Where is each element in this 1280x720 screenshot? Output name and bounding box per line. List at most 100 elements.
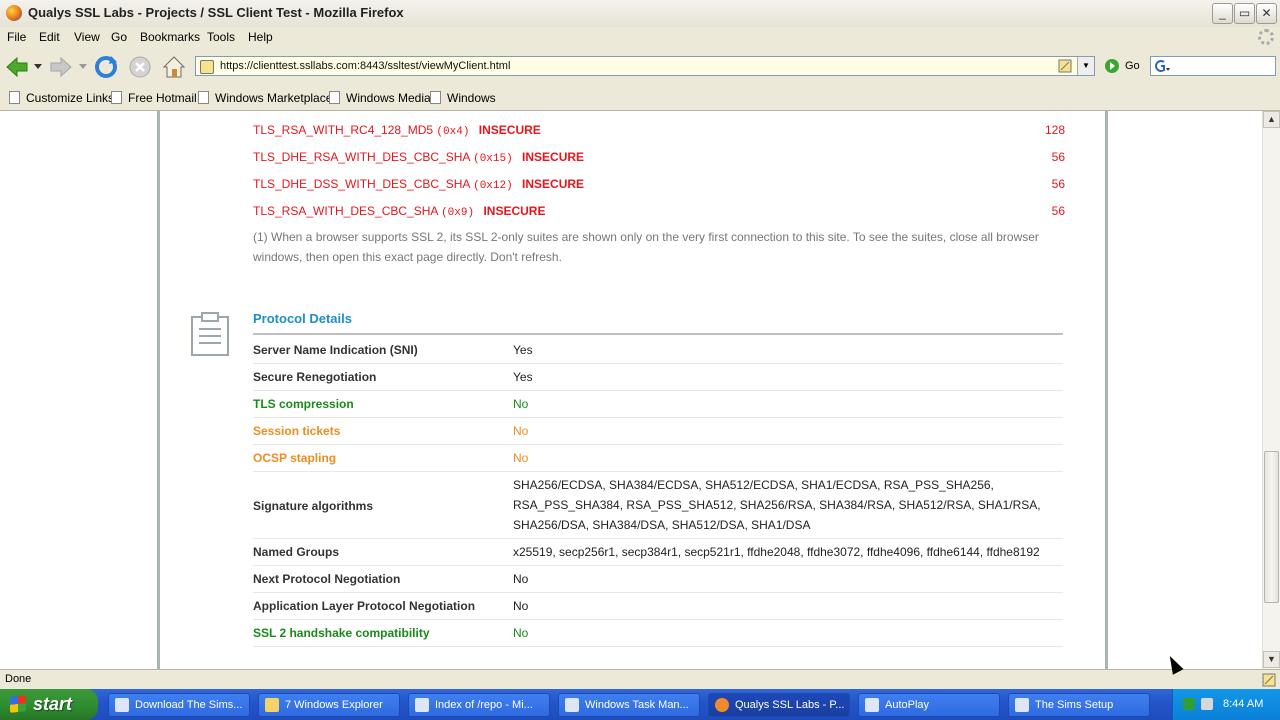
cipher-status: INSECURE bbox=[483, 204, 546, 218]
menu-help[interactable]: Help bbox=[248, 30, 273, 44]
title-bar: Qualys SSL Labs - Projects / SSL Client … bbox=[0, 0, 1280, 28]
go-arrow-icon[interactable] bbox=[1104, 58, 1120, 74]
row-value: x25519, secp256r1, secp384r1, secp521r1,… bbox=[513, 545, 1040, 559]
cipher-name: TLS_DHE_DSS_WITH_DES_CBC_SHA bbox=[253, 177, 470, 191]
taskbar-button[interactable]: Index of /repo - Mi... bbox=[408, 693, 550, 717]
bookmarks-toolbar: Customize Links Free Hotmail Windows Mar… bbox=[0, 86, 1280, 111]
row-value: Yes bbox=[513, 370, 533, 384]
protocol-details-heading: Protocol Details bbox=[253, 311, 352, 326]
menu-file[interactable]: File bbox=[7, 30, 26, 44]
cipher-status: INSECURE bbox=[522, 177, 585, 191]
status-bar: Done bbox=[0, 669, 1280, 690]
url-text[interactable]: https://clienttest.ssllabs.com:8443/sslt… bbox=[220, 60, 510, 72]
report-panel: TLS_RSA_WITH_RC4_128_MD5 (0x4) INSECURE … bbox=[157, 111, 1108, 669]
cipher-suite-row: TLS_DHE_DSS_WITH_DES_CBC_SHA (0x12) INSE… bbox=[253, 177, 584, 192]
tray-network-icon[interactable] bbox=[1201, 698, 1213, 710]
system-tray: 8:44 AM bbox=[1172, 689, 1280, 720]
rss-feed-icon[interactable] bbox=[1058, 59, 1072, 73]
search-input[interactable] bbox=[1150, 56, 1276, 76]
cipher-bits: 56 bbox=[1051, 150, 1065, 164]
search-engine-icon[interactable] bbox=[1154, 59, 1170, 73]
window-title: Qualys SSL Labs - Projects / SSL Client … bbox=[28, 5, 404, 20]
cipher-name: TLS_DHE_RSA_WITH_DES_CBC_SHA bbox=[253, 150, 470, 164]
row-label: Session tickets bbox=[253, 424, 341, 438]
menu-go[interactable]: Go bbox=[111, 30, 127, 44]
stop-button-icon[interactable] bbox=[127, 54, 153, 80]
row-label: Named Groups bbox=[253, 545, 340, 559]
status-text: Done bbox=[5, 673, 32, 685]
close-button[interactable]: ✕ bbox=[1256, 3, 1277, 24]
start-button[interactable]: start bbox=[0, 689, 98, 720]
row-value: No bbox=[513, 424, 529, 438]
home-button-icon[interactable] bbox=[161, 54, 187, 80]
cipher-bits: 56 bbox=[1051, 177, 1065, 191]
clipboard-icon bbox=[191, 312, 229, 356]
scroll-down-button[interactable]: ▼ bbox=[1263, 651, 1280, 668]
protocol-row-npn: Next Protocol Negotiation No bbox=[253, 566, 1063, 593]
cipher-hex: (0x4) bbox=[436, 126, 470, 138]
section-divider bbox=[253, 333, 1063, 335]
clock: 8:44 AM bbox=[1223, 698, 1264, 710]
cipher-bits: 56 bbox=[1051, 204, 1065, 218]
throbber-icon bbox=[1258, 29, 1274, 45]
forward-dropdown-icon[interactable] bbox=[79, 62, 87, 70]
page-icon bbox=[111, 91, 122, 104]
menu-bar: File Edit View Go Bookmarks Tools Help bbox=[0, 27, 1280, 48]
cipher-name: TLS_RSA_WITH_DES_CBC_SHA bbox=[253, 204, 438, 218]
menu-view[interactable]: View bbox=[74, 30, 100, 44]
bookmark-item[interactable]: Windows bbox=[430, 91, 496, 105]
ssl2-footnote: (1) When a browser supports SSL 2, its S… bbox=[253, 230, 1039, 264]
protocol-row-named-groups: Named Groups x25519, secp256r1, secp384r… bbox=[253, 539, 1063, 566]
row-label: Server Name Indication (SNI) bbox=[253, 343, 418, 357]
firefox-logo-icon bbox=[6, 5, 22, 21]
protocol-row-compression: TLS compression No bbox=[253, 391, 1063, 418]
cipher-name: TLS_RSA_WITH_RC4_128_MD5 bbox=[253, 123, 434, 137]
protocol-row-renegotiation: Secure Renegotiation Yes bbox=[253, 364, 1063, 391]
bookmark-item[interactable]: Free Hotmail bbox=[111, 91, 197, 105]
firefox-icon bbox=[715, 698, 729, 712]
menu-bookmarks[interactable]: Bookmarks bbox=[140, 30, 200, 44]
taskbar-button[interactable]: 7 Windows Explorer bbox=[258, 693, 400, 717]
maximize-button[interactable]: ▭ bbox=[1234, 3, 1255, 24]
cipher-suite-row: TLS_RSA_WITH_DES_CBC_SHA (0x9) INSECURE bbox=[253, 204, 545, 219]
menu-edit[interactable]: Edit bbox=[39, 30, 60, 44]
cipher-status: INSECURE bbox=[478, 123, 541, 137]
minimize-button[interactable]: _ bbox=[1212, 3, 1233, 24]
tray-app-icon[interactable] bbox=[1183, 698, 1195, 710]
cipher-suite-row: TLS_DHE_RSA_WITH_DES_CBC_SHA (0x15) INSE… bbox=[253, 150, 584, 165]
taskbar-button[interactable]: AutoPlay bbox=[858, 693, 1000, 717]
status-security-icon[interactable] bbox=[1262, 673, 1276, 687]
url-bar[interactable]: https://clienttest.ssllabs.com:8443/sslt… bbox=[195, 56, 1095, 76]
setup-icon bbox=[1015, 698, 1029, 712]
scroll-up-button[interactable]: ▲ bbox=[1263, 111, 1280, 128]
ie-icon bbox=[415, 698, 429, 712]
back-button-icon[interactable] bbox=[4, 54, 30, 80]
back-dropdown-icon[interactable] bbox=[34, 62, 42, 70]
taskbar-button[interactable]: Download The Sims... bbox=[108, 693, 250, 717]
bookmark-item[interactable]: Windows Marketplace bbox=[198, 91, 332, 105]
site-identity-icon[interactable] bbox=[200, 60, 214, 74]
taskmgr-icon bbox=[565, 698, 579, 712]
bookmark-item[interactable]: Customize Links bbox=[9, 91, 114, 105]
vertical-scrollbar[interactable]: ▲ ▼ bbox=[1262, 111, 1280, 669]
page-icon bbox=[329, 91, 340, 104]
taskbar-button[interactable]: Windows Task Man... bbox=[558, 693, 700, 717]
taskbar-button[interactable]: The Sims Setup bbox=[1008, 693, 1150, 717]
row-value: Yes bbox=[513, 343, 533, 357]
bookmark-item[interactable]: Windows Media bbox=[329, 91, 431, 105]
protocol-row-signature-algorithms: Signature algorithms SHA256/ECDSA, SHA38… bbox=[253, 472, 1063, 539]
scroll-thumb[interactable] bbox=[1264, 451, 1279, 603]
page-icon bbox=[9, 91, 20, 104]
go-button[interactable]: Go bbox=[1125, 60, 1140, 72]
forward-button-icon[interactable] bbox=[48, 54, 74, 80]
row-value: No bbox=[513, 572, 529, 586]
url-history-dropdown[interactable]: ▼ bbox=[1077, 57, 1094, 75]
reload-button-icon[interactable] bbox=[93, 54, 119, 80]
windows-flag-icon bbox=[10, 695, 26, 713]
page-icon bbox=[198, 91, 209, 104]
taskbar-button-active[interactable]: Qualys SSL Labs - P... bbox=[708, 693, 850, 717]
cipher-status: INSECURE bbox=[522, 150, 585, 164]
web-icon bbox=[115, 698, 129, 712]
menu-tools[interactable]: Tools bbox=[207, 30, 235, 44]
page-content: TLS_RSA_WITH_RC4_128_MD5 (0x4) INSECURE … bbox=[0, 111, 1262, 669]
